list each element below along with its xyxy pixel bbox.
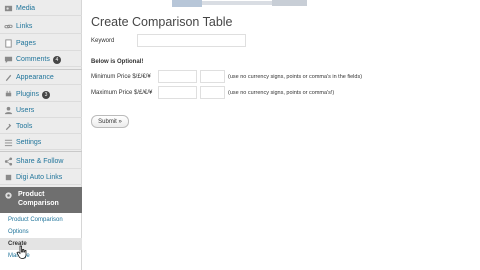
keyword-input[interactable] [137,34,246,47]
menu-item-settings[interactable]: Settings [0,136,82,150]
menu-item-comments[interactable]: Comments 4 [0,53,82,67]
menu-item-label: Settings [16,139,42,146]
menu-separator [0,151,82,152]
menu-item-pages[interactable]: Pages [0,37,82,51]
share-icon [4,157,13,166]
menu-item-label: Plugins [16,91,39,98]
users-icon [4,106,13,115]
minimum-price-note: (use no currency signs, points or comma'… [228,74,363,80]
maximum-price-input-1[interactable] [158,86,197,99]
menu-item-label: Digi Auto Links [16,174,63,181]
menu-item-users[interactable]: Users [0,104,82,118]
menu-item-label: Share & Follow [16,158,64,165]
submenu-item-options[interactable]: Options [8,229,29,235]
page-title: Create Comparison Table [91,15,233,29]
minimum-price-label: Minimum Price $/£/€/¥ [91,74,151,80]
pages-icon [5,39,12,48]
plugins-update-badge: 3 [41,90,50,99]
maximum-price-input-2[interactable] [200,86,225,99]
menu-item-label: Comments [16,56,50,63]
plugins-icon [5,90,12,97]
maximum-price-label: Maximum Price $/£/€/¥ [91,90,153,96]
header-banner-graphic [172,0,307,7]
menu-item-label: Tools [16,123,33,130]
menu-item-label: Appearance [16,74,54,81]
media-icon [4,5,13,12]
links-icon [4,24,13,29]
optional-heading: Below is Optional! [91,59,144,65]
product-comparison-submenu: Product Comparison Options Create Manage [0,213,82,270]
tools-icon [5,123,12,131]
minimum-price-input-1[interactable] [158,70,197,83]
menu-item-label: Users [16,107,35,114]
maximum-price-note: (use no currency signs, points or comma'… [228,90,335,96]
plugin-gear-icon [5,192,12,199]
hand-cursor-icon [16,245,27,259]
settings-icon [4,139,13,147]
links-plugin-icon [5,174,12,181]
menu-item-media[interactable]: Media [0,2,82,16]
appearance-icon [5,74,12,82]
main-content: Create Comparison Table Keyword Below is… [82,0,480,270]
menu-item-tools[interactable]: Tools [0,120,82,134]
menu-item-label: Links [16,23,33,30]
menu-item-label: Pages [16,40,36,47]
minimum-price-input-2[interactable] [200,70,225,83]
active-group-label-line2: Comparison [18,200,59,207]
submit-button[interactable]: Submit » [91,115,129,128]
comments-icon [4,56,13,64]
menu-item-label: Media [16,5,36,12]
menu-item-plugins[interactable]: Plugins 3 [0,88,82,102]
menu-item-digi-auto-links[interactable]: Digi Auto Links [0,171,82,185]
menu-item-links[interactable]: Links [0,20,82,34]
comments-count-badge: 4 [52,55,61,64]
active-group-label-line1: Product [18,191,45,198]
menu-item-share-follow[interactable]: Share & Follow [0,155,82,169]
menu-item-product-comparison[interactable]: Product Comparison [0,187,88,213]
admin-sidebar: Media Links Pages Comments 4 Appearance … [0,0,88,270]
active-group-label: Product Comparison [18,190,59,208]
menu-separator [0,69,82,70]
menu-item-appearance[interactable]: Appearance [0,71,82,85]
submenu-item-product-comparison[interactable]: Product Comparison [8,217,63,223]
keyword-label: Keyword [91,38,115,44]
